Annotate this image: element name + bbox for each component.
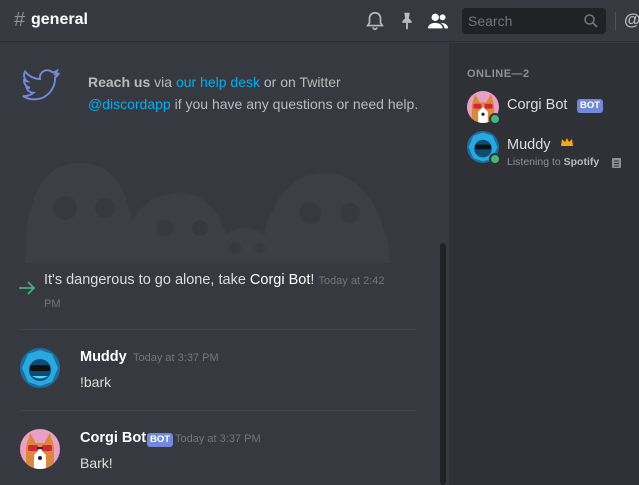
reach-us-label: Reach us (88, 74, 151, 90)
bot-badge: BOT (147, 433, 174, 447)
crown-icon (561, 138, 573, 146)
chat-area: Reach us via our help desk or on Twitter… (0, 43, 449, 485)
twitter-handle-link[interactable]: @discordapp (88, 96, 171, 112)
member-item-corgi-bot[interactable]: Corgi Bot BOT (467, 91, 639, 131)
activity-prefix: Listening to (507, 156, 564, 168)
pin-icon[interactable] (396, 10, 418, 32)
spotify-icon (612, 158, 621, 168)
search-icon (584, 14, 598, 28)
message-timestamp: Today at 3:37 PM (175, 433, 261, 445)
message-divider (20, 329, 416, 330)
channel-hash-icon: # (14, 9, 26, 31)
system-text-after: ! (310, 272, 315, 288)
message-content: Bark! (80, 455, 113, 471)
members-icon[interactable] (427, 10, 449, 32)
message-content: !bark (80, 374, 112, 390)
arrow-icon (19, 281, 36, 295)
system-text-before: It's dangerous to go alone, take (44, 272, 250, 288)
member-activity: Listening to Spotify (507, 156, 599, 168)
avatar[interactable] (20, 348, 60, 388)
member-list: ONLINE—2 Corgi Bot BOT Muddy Listening t… (449, 43, 639, 485)
or-twitter-text: or on Twitter (260, 74, 341, 90)
bell-icon[interactable] (364, 10, 386, 32)
message-author[interactable]: Muddy (80, 349, 127, 365)
twitter-icon (22, 68, 60, 101)
system-bot-name[interactable]: Corgi Bot (250, 272, 310, 288)
member-name: Muddy (507, 137, 551, 153)
via-text: via (150, 74, 176, 90)
channel-name: general (31, 11, 88, 28)
avatar[interactable] (20, 429, 60, 469)
message-timestamp: Today at 3:37 PM (133, 352, 219, 364)
at-icon[interactable]: @ (624, 10, 639, 30)
member-group-label: ONLINE—2 (467, 68, 530, 80)
discord-app: # general Search @ Reach us via our help… (0, 0, 639, 485)
bot-badge: BOT (577, 99, 604, 113)
search-input[interactable]: Search (462, 8, 606, 34)
online-status-dot (489, 153, 501, 165)
message-author[interactable]: Corgi Bot (80, 430, 146, 446)
decorative-background (25, 163, 390, 263)
header-divider (615, 12, 616, 30)
member-name: Corgi Bot (507, 97, 568, 113)
system-message: It's dangerous to go alone, take Corgi B… (44, 269, 394, 315)
online-status-dot (489, 113, 501, 125)
chat-scrollbar[interactable] (440, 243, 446, 485)
search-placeholder: Search (468, 13, 513, 29)
message-divider (20, 410, 416, 411)
help-desk-link[interactable]: our help desk (176, 74, 260, 90)
activity-name: Spotify (563, 156, 600, 168)
welcome-text: Reach us via our help desk or on Twitter… (88, 71, 428, 115)
channel-header: # general Search @ (0, 0, 639, 42)
member-item-muddy[interactable]: Muddy Listening to Spotify (467, 131, 639, 171)
help-tail-text: if you have any questions or need help. (170, 96, 419, 112)
